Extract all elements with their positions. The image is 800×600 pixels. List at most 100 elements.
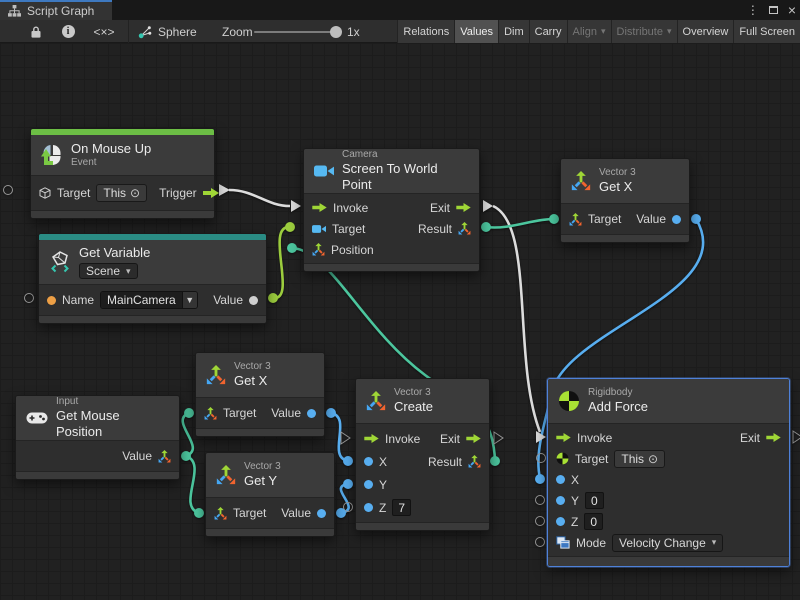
float-port-dot [556, 475, 565, 484]
node-screen-to-world-point[interactable]: Camera Screen To World Point Invoke Exit… [303, 148, 480, 272]
align-button[interactable]: Align [567, 20, 611, 43]
node-title: Get Y [244, 473, 281, 489]
tab-title: Script Graph [27, 4, 94, 18]
node-footer [304, 263, 479, 271]
vector3-icon [458, 222, 471, 235]
target-label: Target [332, 222, 365, 236]
vector3-icon [312, 243, 325, 256]
gamepad-icon [26, 412, 48, 424]
z-label: Z [571, 515, 578, 529]
graph-breadcrumb[interactable]: Sphere [158, 20, 197, 43]
vector3-icon [468, 455, 481, 468]
trigger-label: Trigger [159, 186, 197, 200]
window-maximize-icon[interactable] [769, 6, 778, 14]
node-category: Rigidbody [588, 387, 648, 400]
name-label: Name [62, 293, 94, 307]
node-title: Get X [234, 373, 271, 389]
z-value-field[interactable]: 0 [584, 513, 603, 530]
flow-arrow-icon [766, 433, 781, 442]
distribute-button[interactable]: Distribute [611, 20, 677, 43]
zoom-slider-handle[interactable] [330, 26, 342, 38]
invoke-label: Invoke [333, 201, 368, 215]
node-on-mouse-up[interactable]: On Mouse Up Event Target This Trigger [30, 128, 215, 219]
z-label: Z [379, 501, 386, 515]
overview-button[interactable]: Overview [677, 20, 734, 43]
relations-button[interactable]: Relations [397, 20, 454, 43]
zoom-label: Zoom [222, 20, 253, 43]
zoom-slider-track[interactable] [254, 31, 336, 33]
y-value-field[interactable]: 0 [585, 492, 604, 509]
exit-label: Exit [430, 201, 450, 215]
node-footer [561, 234, 689, 242]
graph-icon [138, 25, 152, 39]
float-port-dot [556, 496, 565, 505]
window-close-icon[interactable]: × [788, 3, 796, 17]
mode-dropdown[interactable]: Velocity Change [612, 534, 723, 552]
vector3-icon [206, 365, 226, 385]
float-port-dot [307, 409, 316, 418]
node-add-force[interactable]: Rigidbody Add Force Invoke Exit Target T… [547, 378, 790, 567]
full-screen-button[interactable]: Full Screen [733, 20, 800, 43]
target-picker[interactable]: This [96, 184, 147, 202]
float-port-dot [317, 509, 326, 518]
node-footer [196, 428, 324, 436]
cube-icon [39, 187, 51, 199]
node-footer [206, 528, 334, 536]
dim-button[interactable]: Dim [498, 20, 529, 43]
values-button[interactable]: Values [454, 20, 498, 43]
exit-label: Exit [740, 431, 760, 445]
node-get-x-mid[interactable]: Vector 3 Get X Target Value [195, 352, 325, 437]
camera-icon [312, 224, 326, 234]
value-label: Value [213, 293, 243, 307]
y-label: Y [379, 478, 387, 492]
window-menu-icon[interactable]: ⋮ [747, 3, 759, 17]
target-label: Target [57, 186, 90, 200]
flow-arrow-icon [364, 434, 379, 443]
node-get-mouse-position[interactable]: Input Get Mouse Position Value [15, 395, 180, 480]
vector3-icon [204, 407, 217, 420]
vector3-icon [571, 171, 591, 191]
mode-icon [556, 536, 570, 549]
flow-arrow-icon [456, 203, 471, 212]
value-label: Value [636, 212, 666, 226]
vector3-icon [216, 465, 236, 485]
flow-arrow-icon [556, 433, 571, 442]
node-get-variable[interactable]: Get Variable Scene Name MainCamera▼ Valu… [38, 233, 267, 324]
node-title: Screen To World Point [342, 161, 469, 194]
node-category: Input [56, 396, 169, 409]
rigidbody-icon [558, 390, 580, 412]
node-vector3-create[interactable]: Vector 3 Create Invoke Exit X Result [355, 378, 490, 531]
node-title: On Mouse Up [71, 141, 151, 157]
node-title: Get Mouse Position [56, 408, 169, 441]
zoom-value: 1x [347, 20, 360, 43]
info-button[interactable]: i [56, 20, 80, 43]
value-label: Value [271, 406, 301, 420]
variable-scope-dropdown[interactable]: Scene [79, 263, 138, 279]
variable-name-dropdown[interactable]: MainCamera▼ [100, 291, 198, 309]
string-port-dot [47, 296, 56, 305]
camera-icon [314, 164, 334, 178]
lock-button[interactable] [24, 20, 48, 43]
variable-icon [49, 251, 71, 273]
x-label: X [379, 455, 387, 469]
node-category: Camera [342, 149, 469, 162]
node-footer [31, 210, 214, 218]
tab-script-graph[interactable]: Script Graph [0, 0, 112, 20]
code-view-button[interactable]: <×> [88, 20, 120, 43]
result-label: Result [428, 455, 462, 469]
flow-arrow-icon [466, 434, 481, 443]
vector3-icon [569, 213, 582, 226]
node-title: Get Variable [79, 245, 150, 261]
flow-arrow-icon [312, 203, 327, 212]
invoke-label: Invoke [385, 432, 420, 446]
flow-arrow-icon [203, 188, 219, 198]
node-get-y[interactable]: Vector 3 Get Y Target Value [205, 452, 335, 537]
target-picker[interactable]: This [614, 450, 665, 468]
target-label: Target [588, 212, 621, 226]
z-value-field[interactable]: 7 [392, 499, 411, 516]
node-category: Vector 3 [394, 387, 433, 400]
node-category: Vector 3 [244, 461, 281, 474]
node-get-x-top[interactable]: Vector 3 Get X Target Value [560, 158, 690, 243]
carry-button[interactable]: Carry [529, 20, 567, 43]
vector3-icon [366, 391, 386, 411]
